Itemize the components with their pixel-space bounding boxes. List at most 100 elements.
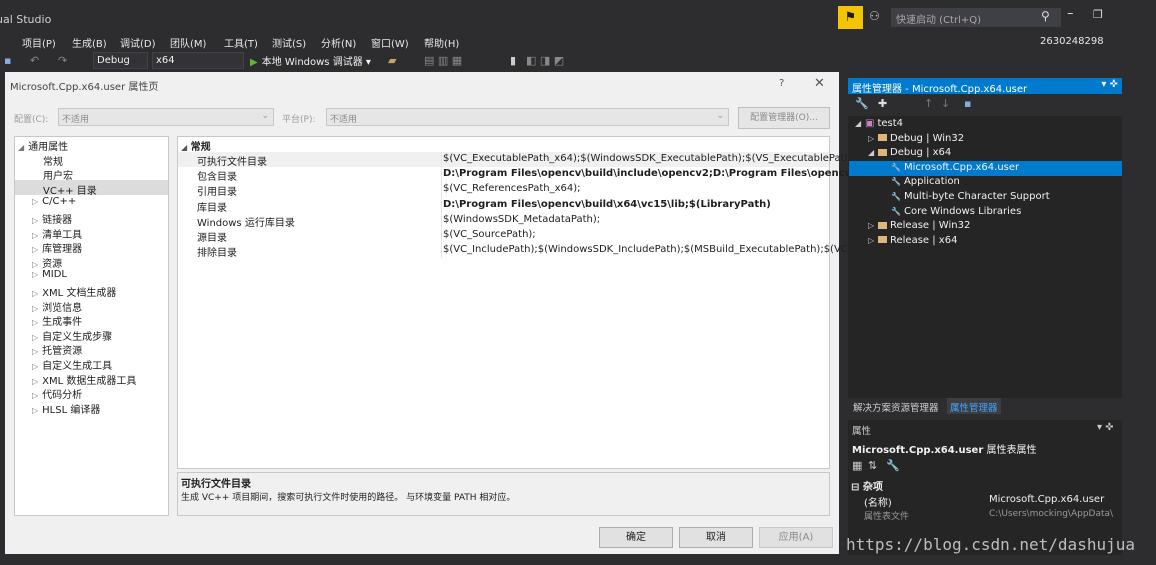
categorized-icon[interactable]: ▦ — [852, 459, 862, 472]
grid-row[interactable]: 可执行文件目录 $(VC_ExecutablePath_x64);$(Window… — [178, 152, 858, 168]
tree-item[interactable]: ▷ 库管理器 — [32, 240, 82, 255]
menu-help[interactable]: 帮助(H) — [424, 35, 459, 50]
property-manager-item[interactable]: ◢ ▣ test4 — [855, 118, 903, 129]
expand-icon[interactable]: ▷ — [32, 270, 38, 279]
menu-build[interactable]: 生成(B) — [72, 35, 107, 50]
grid-section-header[interactable]: ◢ 常规 — [181, 138, 211, 153]
property-pages-icon[interactable]: 🔧 — [886, 459, 900, 472]
expand-icon[interactable]: ▷ — [868, 221, 878, 230]
grid-row[interactable]: Windows 运行库目录 $(WindowsSDK_MetadataPath); — [178, 213, 831, 229]
start-debugging-button[interactable]: ▶ 本地 Windows 调试器 ▾ — [250, 53, 371, 68]
expand-icon[interactable]: ▷ — [32, 231, 38, 240]
user-account[interactable]: 2630248298 — [1040, 36, 1104, 47]
menu-team[interactable]: 团队(M) — [170, 35, 206, 50]
tree-item[interactable]: 常规 — [32, 153, 63, 168]
tree-item[interactable]: 用户宏 — [32, 167, 73, 182]
bookmark-icon[interactable]: ▮ — [510, 54, 516, 67]
restore-icon[interactable]: ❐ — [1093, 8, 1103, 21]
tree-item[interactable]: ▷ C/C++ — [32, 196, 76, 207]
tree-item[interactable]: ▷ 浏览信息 — [32, 299, 82, 314]
pin-icon[interactable]: ▾ ✜ — [1097, 422, 1114, 433]
tree-item[interactable]: ▷ 清单工具 — [32, 226, 82, 241]
grid-row[interactable]: 库目录 D:\Program Files\opencv\build\x64\vc1… — [178, 198, 831, 214]
tree-item[interactable]: ▷ XML 文档生成器 — [32, 284, 116, 299]
menu-debug[interactable]: 调试(D) — [120, 35, 156, 50]
tree-item[interactable]: ▷ XML 数据生成器工具 — [32, 372, 136, 387]
expand-icon[interactable]: ▷ — [32, 304, 38, 313]
prop-row-name-value[interactable]: Microsoft.Cpp.x64.user — [989, 494, 1104, 505]
alphabetical-icon[interactable]: ⇅ — [868, 459, 877, 472]
save-icon[interactable]: ▪ — [964, 97, 971, 110]
configuration-dropdown[interactable]: Debug — [93, 52, 148, 69]
tab-property-manager[interactable]: 属性管理器 — [947, 398, 1001, 414]
property-manager-item[interactable]: 🔧 Core Windows Libraries — [881, 206, 1021, 217]
property-manager-item[interactable]: ▷ Release | Win32 — [868, 220, 970, 231]
tree-item[interactable]: ▷ 代码分析 — [32, 386, 82, 401]
property-manager-item[interactable]: 🔧 Microsoft.Cpp.x64.user — [881, 162, 1019, 173]
grid-row-value[interactable]: $(VC_SourcePath); — [443, 229, 536, 240]
grid-row-value[interactable]: $(WindowsSDK_MetadataPath); — [443, 214, 600, 225]
expand-icon[interactable]: ▷ — [868, 134, 878, 143]
property-manager-item[interactable]: ◢ Debug | x64 — [868, 147, 951, 158]
cancel-button[interactable]: 取消 — [679, 527, 753, 548]
config-dropdown[interactable]: 不适用 ⌄ — [58, 108, 274, 126]
properties-wrench-icon[interactable]: 🔧 — [855, 97, 869, 110]
expand-icon[interactable]: ▷ — [32, 260, 38, 269]
expand-icon[interactable]: ▷ — [32, 333, 38, 342]
expand-icon[interactable]: ▷ — [32, 377, 38, 386]
apply-button[interactable]: 应用(A) — [759, 527, 833, 548]
tree-item[interactable]: ▷ 自定义生成工具 — [32, 357, 112, 372]
prop-row-file-value[interactable]: C:\Users\mocking\AppData\ — [989, 509, 1113, 519]
bookmark-nav-icon[interactable]: ◧ ◨ ◩ — [526, 54, 564, 67]
menu-tools[interactable]: 工具(T) — [224, 35, 258, 50]
expand-icon[interactable]: ▷ — [868, 236, 878, 245]
expand-icon[interactable]: ▷ — [32, 245, 38, 254]
redo-icon[interactable]: ↷ — [58, 54, 67, 67]
grid-row[interactable]: 排除目录 $(VC_IncludePath);$(WindowsSDK_Inclu… — [178, 243, 941, 259]
grid-row[interactable]: 引用目录 $(VC_ReferencesPath_x64); — [178, 182, 831, 198]
move-down-icon[interactable]: ↓ — [941, 97, 950, 110]
toolbar-misc-icon[interactable]: ▤ ▥ ▦ — [424, 54, 462, 67]
property-manager-item[interactable]: 🔧 Multi-byte Character Support — [881, 191, 1050, 202]
platform-dropdown[interactable]: x64 — [152, 52, 244, 69]
collapse-icon[interactable]: ◢ — [18, 143, 24, 152]
expand-icon[interactable]: ▷ — [32, 362, 38, 371]
expand-icon[interactable]: ▷ — [32, 197, 38, 206]
grid-row[interactable]: 源目录 $(VC_SourcePath); — [178, 228, 831, 244]
menu-test[interactable]: 测试(S) — [272, 35, 306, 50]
category-misc[interactable]: ⊟ 杂项 — [851, 478, 883, 493]
toolbar-tool-icon[interactable]: ▰ — [388, 54, 396, 67]
tree-item[interactable]: ▷ MIDL — [32, 269, 67, 280]
quick-launch-input[interactable]: 快速启动 (Ctrl+Q) — [891, 8, 1061, 27]
feedback-person-icon[interactable]: ⚇ — [869, 9, 880, 23]
tree-item[interactable]: ▷ HLSL 编译器 — [32, 401, 100, 416]
grid-row-value[interactable]: D:\Program Files\opencv\build\x64\vc15\l… — [443, 199, 771, 210]
save-all-icon[interactable]: ▪ — [4, 54, 11, 67]
tree-item[interactable]: ▷ 托管资源 — [32, 342, 82, 357]
notification-flag-icon[interactable]: ⚑ — [838, 6, 863, 29]
tree-item[interactable]: ▷ 链接器 — [32, 211, 72, 226]
property-manager-item[interactable]: 🔧 Application — [881, 176, 960, 187]
config-manager-button[interactable]: 配置管理器(O)... — [738, 107, 830, 129]
collapse-icon[interactable]: ◢ — [855, 119, 865, 128]
search-icon[interactable]: ⚲ — [1041, 9, 1050, 23]
tab-solution-explorer[interactable]: 解决方案资源管理器 — [850, 398, 942, 414]
grid-row-value[interactable]: $(VC_ReferencesPath_x64); — [443, 183, 581, 194]
help-icon[interactable]: ? — [779, 78, 784, 89]
tree-item[interactable]: ▷ 生成事件 — [32, 313, 82, 328]
undo-icon[interactable]: ↶ — [30, 54, 39, 67]
expand-icon[interactable]: ▷ — [32, 289, 38, 298]
menu-window[interactable]: 窗口(W) — [371, 35, 409, 50]
expand-icon[interactable]: ▷ — [32, 216, 38, 225]
grid-row[interactable]: 包含目录 D:\Program Files\opencv\build\includ… — [178, 167, 932, 183]
platform-dropdown-dialog[interactable]: 不适用 ⌄ — [326, 108, 729, 126]
close-icon[interactable]: ✕ — [814, 76, 825, 91]
add-property-sheet-icon[interactable]: ✚ — [878, 97, 887, 110]
expand-icon[interactable]: ▷ — [32, 318, 38, 327]
tree-item[interactable]: ▷ 资源 — [32, 255, 62, 270]
menu-project[interactable]: 项目(P) — [22, 35, 56, 50]
pin-icon[interactable]: ▾ ✜ — [1101, 79, 1118, 90]
collapse-icon[interactable]: ◢ — [868, 148, 878, 157]
property-manager-item[interactable]: ▷ Debug | Win32 — [868, 133, 964, 144]
move-up-icon[interactable]: ↑ — [924, 97, 933, 110]
